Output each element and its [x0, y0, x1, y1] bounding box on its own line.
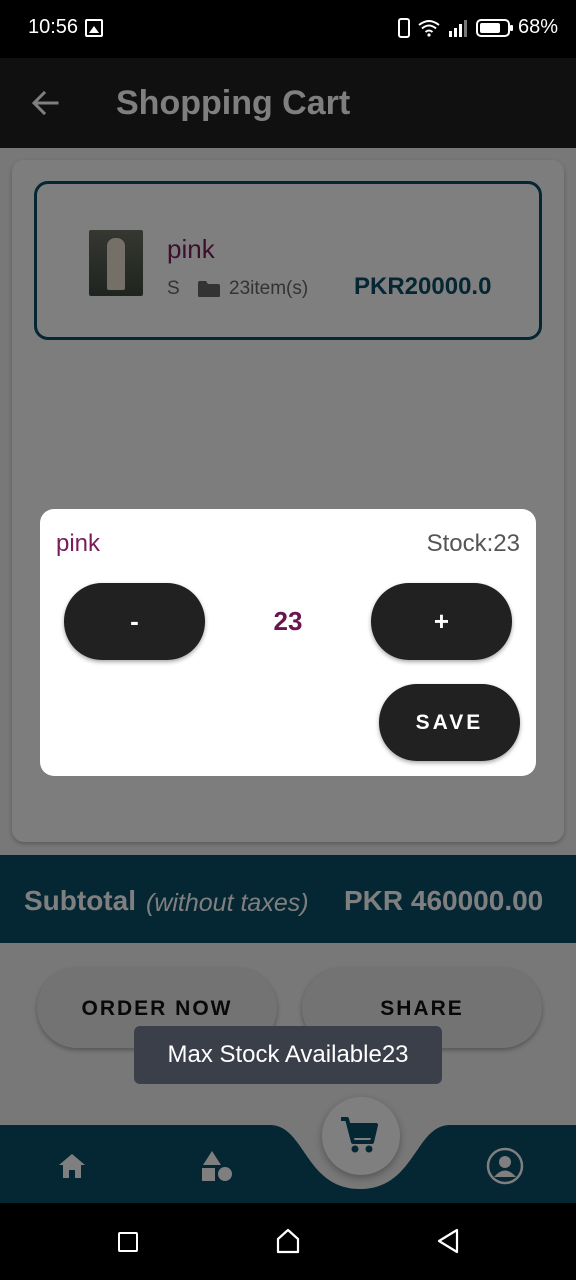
status-time: 10:56 — [28, 16, 79, 38]
wifi-icon — [418, 19, 440, 37]
status-bar: 10:56 68% — [0, 0, 576, 58]
home-button-icon[interactable] — [276, 1228, 300, 1254]
signal-icon — [448, 19, 467, 37]
phone-icon — [397, 17, 410, 38]
back-triangle-icon[interactable] — [436, 1228, 460, 1254]
recents-icon[interactable] — [118, 1232, 138, 1252]
increment-button[interactable]: + — [371, 583, 512, 660]
decrement-button[interactable]: - — [64, 583, 205, 660]
quantity-value: 23 — [273, 606, 303, 636]
battery-level: 68% — [517, 16, 558, 38]
toast-message: Max Stock Available23 — [134, 1026, 442, 1084]
status-indicators: 68% — [397, 16, 558, 39]
save-button[interactable]: SAVE — [379, 684, 520, 761]
dialog-stock: Stock:23 — [426, 530, 520, 557]
dialog-item-name: pink — [56, 530, 101, 557]
battery-icon — [475, 18, 513, 37]
image-icon — [85, 19, 103, 37]
